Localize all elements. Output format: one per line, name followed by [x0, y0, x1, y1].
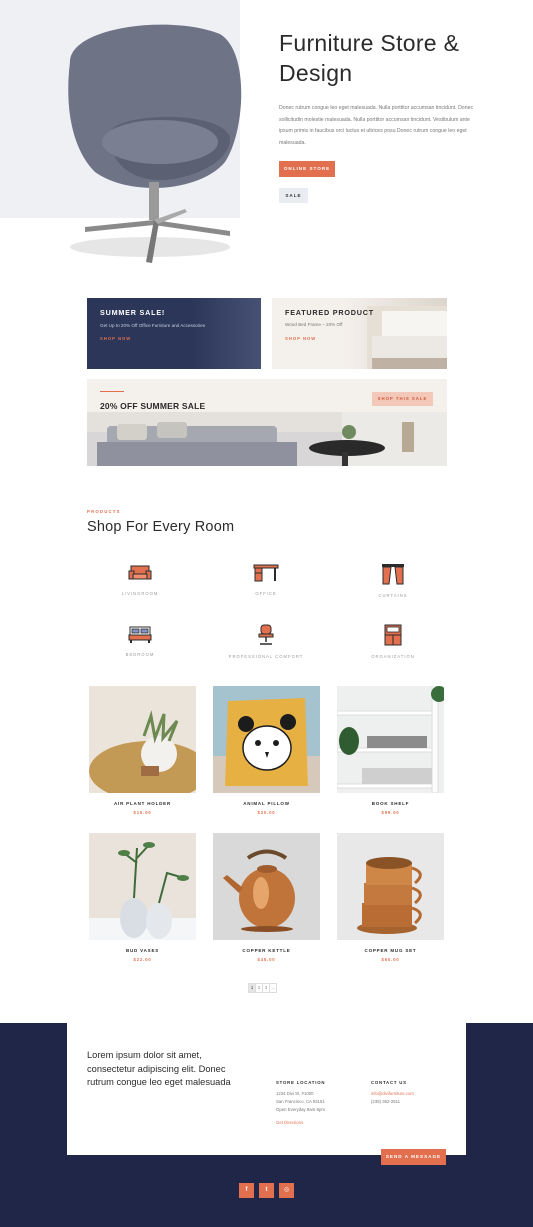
product-price: $22.00	[133, 957, 152, 962]
summer-sale-subtitle: Get Up to 20% Off Office Furniture and A…	[100, 323, 206, 328]
sale-button[interactable]: SALE	[279, 188, 308, 203]
featured-product-title: FEATURED PRODUCT	[285, 308, 374, 317]
product-card[interactable]: BOOK SHELF $99.00	[337, 686, 444, 815]
room-office[interactable]: OFFICE	[206, 563, 326, 596]
room-organization[interactable]: ORGANIZATION	[333, 624, 453, 659]
banner-accent-line	[100, 391, 124, 392]
product-card[interactable]: AIR PLANT HOLDER $15.00	[89, 686, 196, 815]
hero-description: Donec rutrum congue leo eget malesuada. …	[279, 105, 474, 146]
product-name: COPPER KETTLE	[242, 948, 291, 953]
product-name: BOOK SHELF	[371, 801, 410, 806]
product-price: $60.00	[381, 957, 400, 962]
address-line-2: San Francisco, CA 93151	[276, 1099, 325, 1105]
living-room-photo	[87, 412, 447, 466]
room-label: PROFESSIONAL COMFORT	[228, 654, 304, 659]
products-section-title: Shop For Every Room	[87, 519, 235, 535]
animal-pillow-image	[213, 686, 320, 793]
copper-mug-set-image	[337, 833, 444, 940]
summer-sale-card[interactable]: SUMMER SALE! Get Up to 20% Off Office Fu…	[87, 298, 261, 369]
desk-icon	[253, 564, 279, 582]
store-location-title: STORE LOCATION	[276, 1080, 326, 1085]
product-name: ANIMAL PILLOW	[243, 801, 290, 806]
contact-details: info@divifurniture.com (235) 352-2511	[371, 1090, 456, 1106]
product-name: COPPER MUG SET	[364, 948, 417, 953]
room-label: BEDROOM	[125, 652, 155, 657]
featured-product-card[interactable]: FEATURED PRODUCT Wood Bed Frame – 20% Of…	[272, 298, 447, 369]
summer-sale-banner[interactable]: 20% OFF SUMMER SALE SHOP THIS SALE	[87, 379, 447, 466]
room-label: LIVINGROOM	[121, 591, 159, 596]
contact-phone: (235) 352-2511	[371, 1099, 401, 1105]
products-eyebrow: PRODUCTS	[87, 509, 121, 514]
room-label: ORGANIZATION	[371, 654, 415, 659]
copper-kettle-image	[213, 833, 320, 940]
contact-email-link[interactable]: info@divifurniture.com	[371, 1090, 456, 1098]
product-card[interactable]: COPPER KETTLE $45.00	[213, 833, 320, 962]
store-address: 1234 Divi St. #1000 San Francisco, CA 93…	[276, 1090, 361, 1127]
product-price: $45.00	[257, 957, 276, 962]
hero-chair-image	[68, 24, 242, 263]
store-location-column: STORE LOCATION 1234 Divi St. #1000 San F…	[276, 1080, 361, 1127]
next-page-button[interactable]: →	[269, 983, 277, 993]
product-price: $99.00	[381, 810, 400, 815]
product-name: BUD VASES	[125, 948, 160, 953]
curtains-icon	[382, 564, 404, 585]
banner-title: 20% OFF SUMMER SALE	[100, 401, 206, 411]
hero-title: Furniture Store & Design	[279, 30, 460, 86]
summer-sale-title: SUMMER SALE!	[100, 308, 166, 317]
product-price: $15.00	[133, 810, 152, 815]
product-name: AIR PLANT HOLDER	[113, 801, 172, 806]
air-plant-holder-image	[89, 686, 196, 793]
instagram-icon[interactable]: ◎	[279, 1183, 294, 1198]
featured-product-subtitle: Wood Bed Frame – 20% Off	[285, 322, 343, 327]
office-chair-icon	[258, 624, 274, 645]
product-card[interactable]: COPPER MUG SET $60.00	[337, 833, 444, 962]
product-card[interactable]: ANIMAL PILLOW $20.00	[213, 686, 320, 815]
room-professional-comfort[interactable]: PROFESSIONAL COMFORT	[206, 624, 326, 659]
room-label: CURTAINS	[378, 593, 408, 598]
book-shelf-image	[337, 686, 444, 793]
online-store-button[interactable]: ONLINE STORE	[279, 161, 335, 177]
footer-intro-text: Lorem ipsum dolor sit amet, consectetur …	[87, 1050, 231, 1087]
bed-icon	[128, 626, 152, 643]
featured-shop-now-link[interactable]: SHOP NOW	[285, 336, 316, 341]
twitter-icon[interactable]: t	[259, 1183, 274, 1198]
summer-sale-shop-now-link[interactable]: SHOP NOW	[100, 336, 131, 341]
room-livingroom[interactable]: LIVINGROOM	[80, 563, 200, 596]
get-directions-link[interactable]: Get Directions	[276, 1119, 361, 1127]
room-bedroom[interactable]: BEDROOM	[80, 624, 200, 657]
shop-this-sale-button[interactable]: SHOP THIS SALE	[372, 392, 433, 406]
product-card[interactable]: BUD VASES $22.00	[89, 833, 196, 962]
store-hours: Open Everyday 8am-5pm	[276, 1107, 325, 1113]
room-label: OFFICE	[255, 591, 277, 596]
contact-title: CONTACT US	[371, 1080, 407, 1085]
address-line-1: 1234 Divi St. #1000	[276, 1091, 314, 1096]
bed-photo	[367, 306, 447, 369]
pagination: 1 2 3 →	[248, 983, 277, 993]
cabinet-icon	[384, 624, 402, 646]
product-price: $20.00	[257, 810, 276, 815]
bud-vases-image	[89, 833, 196, 940]
sofa-icon	[128, 565, 152, 580]
room-curtains[interactable]: CURTAINS	[333, 563, 453, 598]
send-message-button[interactable]: SEND A MESSAGE	[381, 1149, 446, 1165]
facebook-icon[interactable]: f	[239, 1183, 254, 1198]
contact-column: CONTACT US info@divifurniture.com (235) …	[371, 1080, 456, 1106]
